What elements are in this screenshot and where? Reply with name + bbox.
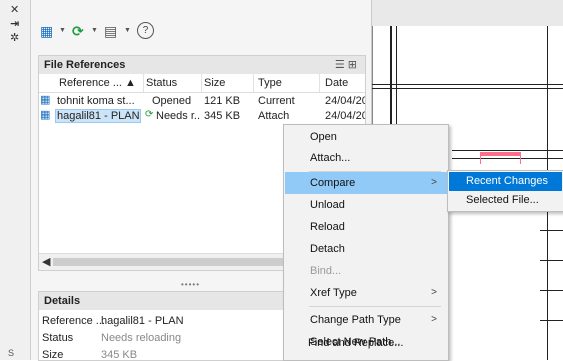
detail-value: Needs reloading	[101, 332, 182, 344]
file-references-title: File References	[44, 59, 126, 71]
find-and-replace-label[interactable]: Find and Replace...	[308, 337, 403, 349]
row-date: 24/04/20	[325, 110, 365, 122]
drawing-file-icon: ▦	[40, 109, 51, 121]
row-size: 345 KB	[204, 110, 241, 122]
palette-toolbar: ▦ ▼ ⟳ ▼ ▤ ▼ ?	[31, 0, 371, 52]
table-row[interactable]: ▦ tohnit koma st... Opened 121 KB Curren…	[39, 94, 365, 108]
scrollbar-thumb[interactable]	[53, 258, 308, 266]
chevron-right-icon: >	[431, 177, 437, 188]
file-references-header[interactable]: File References ☰ ⊞	[38, 55, 366, 75]
detail-label: Reference ...	[42, 315, 105, 327]
detail-value: hagalil81 - PLAN	[101, 315, 184, 327]
row-status: Opened	[152, 95, 192, 107]
reload-needed-icon: ⟳	[145, 109, 154, 120]
table-row[interactable]: ▦ hagalil81 - PLAN ⟳ Needs r... 345 KB A…	[39, 109, 365, 123]
list-tree-view-icon[interactable]: ☰ ⊞	[335, 58, 357, 71]
details-title: Details	[44, 295, 81, 307]
menu-item-recent-changes[interactable]: Recent Changes	[449, 172, 562, 191]
highlighted-change	[480, 152, 520, 156]
menu-item-unload[interactable]: Unload	[285, 194, 447, 216]
menu-item-bind: Bind...	[310, 265, 342, 277]
row-type: Attach	[258, 110, 290, 122]
chevron-down-icon[interactable]: ▼	[59, 27, 66, 34]
menu-item-open[interactable]: Open	[285, 126, 447, 148]
row-status: Needs r...	[156, 110, 201, 122]
menu-item-find-and-replace[interactable]	[285, 353, 447, 359]
refresh-icon[interactable]: ⟳	[72, 23, 84, 40]
detail-value: 345 KB	[101, 349, 138, 361]
properties-icon[interactable]: ✲	[10, 31, 19, 44]
close-icon[interactable]: ✕	[10, 3, 19, 16]
context-menu: Open Attach... Compare > Unload Reload De…	[283, 124, 449, 361]
column-header-type[interactable]: Type	[258, 77, 308, 89]
autohide-icon[interactable]: ⇥	[10, 17, 19, 30]
chevron-down-icon[interactable]: ▼	[91, 27, 98, 34]
drawing-file-icon: ▦	[40, 94, 51, 106]
row-size: 121 KB	[204, 95, 241, 107]
attach-dwg-icon[interactable]: ▦	[40, 23, 53, 40]
drawing-tab-strip	[372, 0, 563, 26]
detail-label: Status	[42, 332, 74, 344]
palette-vertical-title-icon: S	[8, 348, 15, 358]
row-reference-name: hagalil81 - PLAN	[57, 110, 140, 122]
menu-item-change-path-type[interactable]: Change Path Type >	[285, 309, 447, 331]
compare-submenu: Recent Changes Selected File...	[447, 170, 563, 212]
menu-item-compare[interactable]: Compare >	[285, 172, 447, 194]
menu-item-detach[interactable]: Detach	[285, 238, 447, 260]
chevron-down-icon[interactable]: ▼	[124, 27, 131, 34]
palette-side-strip: ✕ ⇥ ✲ S	[0, 0, 31, 360]
column-header-size[interactable]: Size	[204, 77, 252, 89]
help-icon[interactable]: ?	[137, 22, 154, 39]
table-header: Reference ... ▲ Status Size Type Date	[39, 74, 365, 93]
column-header-status[interactable]: Status	[146, 77, 201, 89]
menu-item-selected-file[interactable]: Selected File...	[449, 191, 562, 210]
column-header-date[interactable]: Date	[325, 77, 363, 89]
row-type: Current	[258, 95, 295, 107]
menu-item-reload[interactable]: Reload	[285, 216, 447, 238]
row-date: 24/04/20	[325, 95, 365, 107]
chevron-right-icon: >	[431, 287, 437, 298]
detail-label: Size	[42, 349, 64, 361]
chevron-right-icon: >	[431, 314, 437, 325]
column-header-reference[interactable]: Reference ... ▲	[59, 77, 139, 89]
change-path-icon[interactable]: ▤	[104, 23, 117, 40]
menu-item-attach[interactable]: Attach...	[285, 147, 447, 169]
menu-item-xref-type[interactable]: Xref Type >	[285, 282, 447, 304]
row-reference-name: tohnit koma st...	[57, 95, 135, 107]
panel-splitter[interactable]: •••••	[181, 280, 200, 289]
scroll-left-icon[interactable]: ◀	[42, 255, 50, 268]
